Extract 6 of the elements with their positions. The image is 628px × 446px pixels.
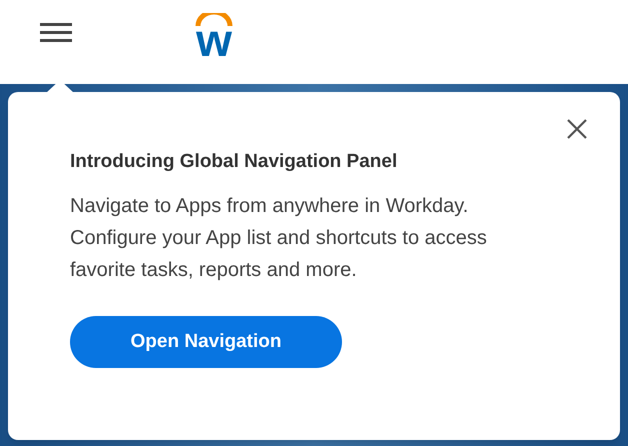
open-navigation-button[interactable]: Open Navigation <box>70 316 342 368</box>
logo[interactable]: w <box>190 13 238 57</box>
close-icon[interactable] <box>566 118 588 140</box>
popover-body: Navigate to Apps from anywhere in Workday. Configure your App list and shortcuts to access favorite tasks, reports and more. <box>70 194 488 283</box>
popover-title: Introducing Global Navigation Panel <box>70 150 398 174</box>
menu-icon[interactable] <box>40 22 72 42</box>
